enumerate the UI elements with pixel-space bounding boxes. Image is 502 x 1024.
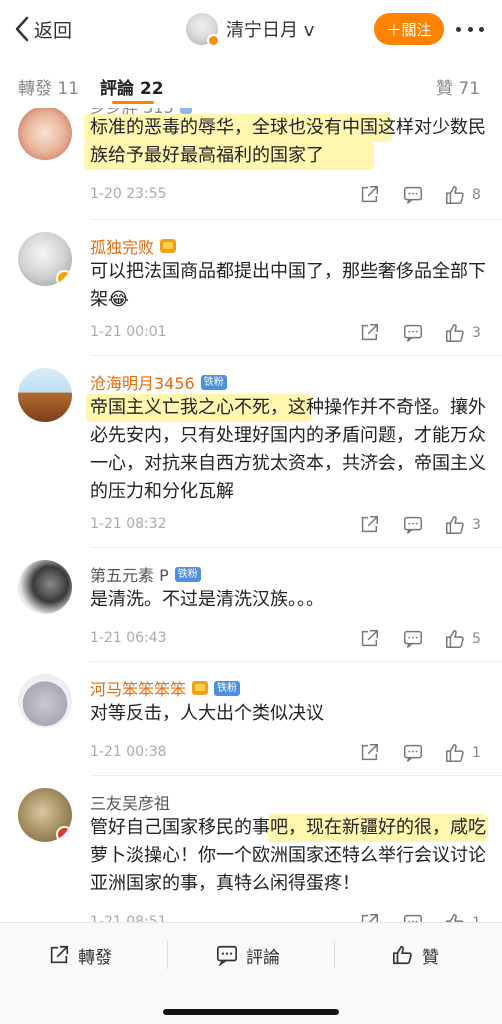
divider xyxy=(334,941,335,969)
comment-item: 孤独完败 可以把法国商品都提出中国了，那些奢侈品全部下架😂 1-21 00:01… xyxy=(0,220,502,356)
repost-icon xyxy=(50,945,69,964)
comment-item: 河马笨笨笨笨 铁粉 对等反击，人大出个类似决议 1-21 00:38 1 xyxy=(0,662,502,776)
bottom-action-bar: 轉發 評論 贊 xyxy=(0,922,502,1024)
back-button[interactable]: 返回 xyxy=(14,14,72,44)
avatar[interactable] xyxy=(18,788,72,842)
comment-label: 評論 xyxy=(246,947,280,968)
comment-text: 管好自己国家移民的事吧，现在新疆好的很，咸吃萝卜淡操心！你一个欧洲国家还特么举行… xyxy=(90,817,486,894)
share-icon[interactable] xyxy=(358,628,382,652)
like-icon[interactable] xyxy=(444,184,468,208)
comment-date: 1-21 06:43 xyxy=(90,630,167,646)
like-icon[interactable] xyxy=(444,322,468,346)
reply-icon[interactable] xyxy=(402,322,426,346)
like-icon[interactable] xyxy=(444,628,468,652)
like-icon[interactable] xyxy=(444,742,468,766)
author-header[interactable]: 清宁日月 v xyxy=(186,12,315,47)
comment-text: 标准的恶毒的辱华，全球也没有中国这样对少数民族给予最好最高福利的国家了 xyxy=(90,117,486,166)
verified-badge-icon xyxy=(207,34,220,47)
follow-button[interactable]: ＋關注 xyxy=(374,13,444,45)
repost-label: 轉發 xyxy=(78,947,112,968)
comment-text: 是清洗。不过是清洗汉族。。。 xyxy=(90,589,324,610)
comment-date: 1-21 08:51 xyxy=(90,914,167,922)
tab-comment[interactable]: 評論 22 xyxy=(100,74,164,99)
avatar[interactable] xyxy=(18,368,72,422)
share-icon[interactable] xyxy=(358,742,382,766)
comment-date: 1-21 08:32 xyxy=(90,516,167,532)
share-icon[interactable] xyxy=(358,912,382,922)
share-icon[interactable] xyxy=(358,322,382,346)
like-icon[interactable] xyxy=(444,912,468,922)
reply-icon[interactable] xyxy=(402,912,426,922)
reply-icon[interactable] xyxy=(402,514,426,538)
comment-author[interactable]: 沧海明月3456 铁粉 xyxy=(90,370,227,394)
share-icon[interactable] xyxy=(358,514,382,538)
comment-button[interactable]: 評論 xyxy=(216,941,280,969)
member-crown-icon xyxy=(192,681,209,695)
comment-text: 帝国主义亡我之心不死，这种操作并不奇怪。攘外必先安内，只有处理好国内的矛盾问题，… xyxy=(90,397,486,502)
reply-icon[interactable] xyxy=(402,184,426,208)
active-tab-indicator xyxy=(112,101,154,104)
comment-author[interactable]: 第五元素 P 铁粉 xyxy=(90,562,201,586)
tab-bar: 轉發 11 評論 22 贊 71 xyxy=(0,58,502,108)
repost-button[interactable]: 轉發 xyxy=(48,941,112,969)
home-indicator xyxy=(163,1009,339,1015)
comment-item: 第五元素 P 铁粉 是清洗。不过是清洗汉族。。。 1-21 06:43 5 xyxy=(0,548,502,662)
comment-date: 1-21 00:38 xyxy=(90,744,167,760)
comment-text: 可以把法国商品都提出中国了，那些奢侈品全部下架😂 xyxy=(90,261,486,310)
comment-item: 三友吴彦祖 管好自己国家移民的事吧，现在新疆好的很，咸吃萝卜淡操心！你一个欧洲国… xyxy=(0,776,502,922)
comment-item: 乡乡胖 313 标准的恶毒的辱华，全球也没有中国这样对少数民族给予最好最高福利的… xyxy=(0,108,502,220)
comment-item: 沧海明月3456 铁粉 帝国主义亡我之心不死，这种操作并不奇怪。攘外必先安内，只有… xyxy=(0,356,502,548)
share-icon[interactable] xyxy=(358,184,382,208)
reply-icon[interactable] xyxy=(402,742,426,766)
like-count: 3 xyxy=(472,517,481,533)
tab-like[interactable]: 贊 71 xyxy=(436,74,480,99)
like-label: 贊 xyxy=(422,947,439,968)
like-button[interactable]: 贊 xyxy=(392,941,439,969)
top-nav-bar: 返回 清宁日月 v ＋關注 xyxy=(0,0,502,58)
comment-author[interactable]: 孤独完败 xyxy=(90,234,177,258)
like-count: 3 xyxy=(472,325,481,341)
comment-date: 1-21 00:01 xyxy=(90,324,167,340)
reply-icon[interactable] xyxy=(402,628,426,652)
like-count: 8 xyxy=(472,187,481,203)
more-options-icon[interactable] xyxy=(452,19,488,39)
avatar[interactable] xyxy=(18,108,72,160)
comment-author[interactable]: 三友吴彦祖 xyxy=(90,790,170,814)
avatar[interactable] xyxy=(186,13,220,47)
divider xyxy=(167,941,168,969)
comment-author[interactable]: 河马笨笨笨笨 铁粉 xyxy=(90,676,241,700)
like-count: 1 xyxy=(472,915,481,922)
comment-list[interactable]: 乡乡胖 313 标准的恶毒的辱华，全球也没有中国这样对少数民族给予最好最高福利的… xyxy=(0,108,502,922)
like-icon[interactable] xyxy=(444,514,468,538)
back-label: 返回 xyxy=(34,19,73,42)
author-name: 清宁日月 v xyxy=(226,20,315,41)
avatar[interactable] xyxy=(18,560,72,614)
comment-text: 对等反击，人大出个类似决议 xyxy=(90,703,324,724)
tab-repost[interactable]: 轉發 11 xyxy=(18,74,79,99)
avatar[interactable] xyxy=(18,232,72,286)
thumbs-up-icon xyxy=(393,945,412,965)
member-crown-icon xyxy=(160,239,177,253)
like-count: 5 xyxy=(472,631,481,647)
like-count: 1 xyxy=(472,745,481,761)
comment-date: 1-20 23:55 xyxy=(90,186,167,202)
avatar[interactable] xyxy=(18,674,72,728)
comment-icon xyxy=(217,945,237,966)
chevron-left-icon xyxy=(15,16,29,42)
